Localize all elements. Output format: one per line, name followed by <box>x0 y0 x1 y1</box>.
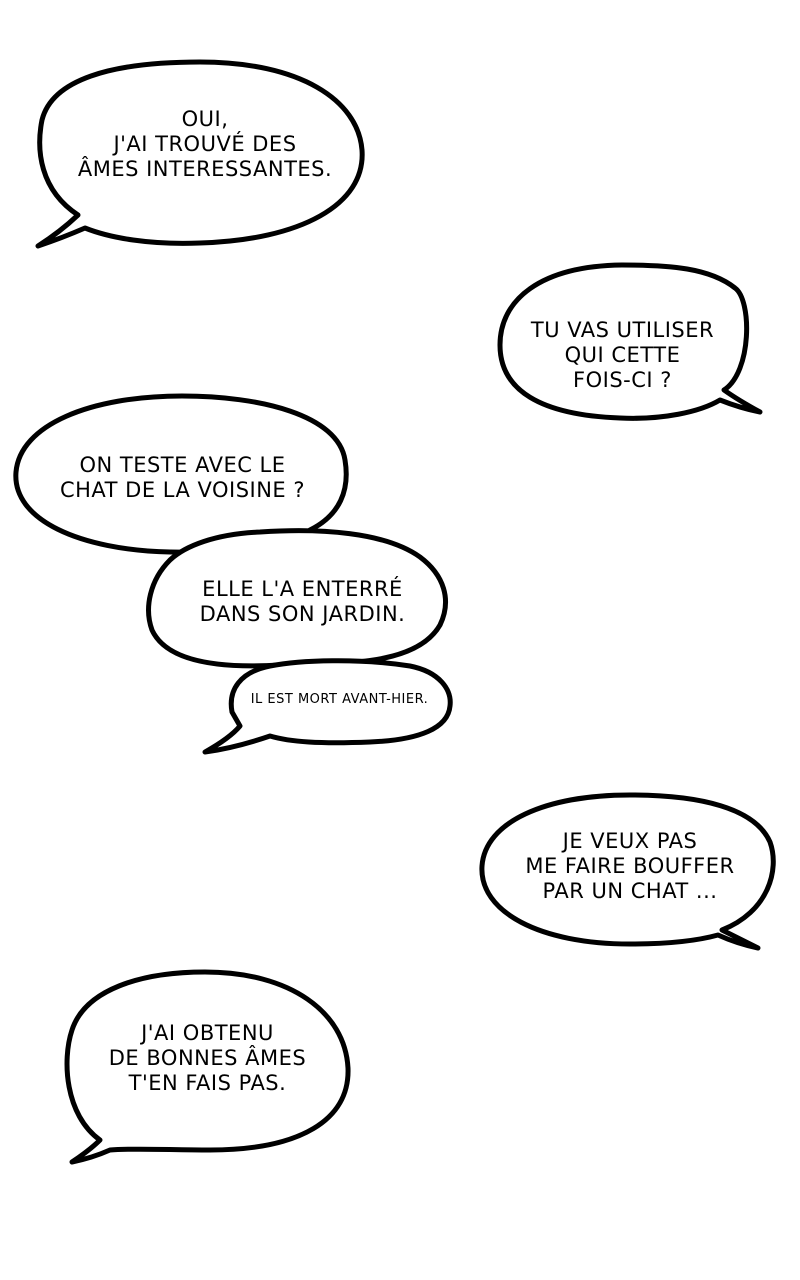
bubble-3-line-1: ON TESTE AVEC LE <box>79 453 286 477</box>
bubble-2-line-1: TU VAS UTILISER <box>530 318 715 342</box>
bubble-6-line-3: PAR UN CHAT ... <box>542 879 718 903</box>
bubble-2-text: TU VAS UTILISER QUI CETTE FOIS-CI ? <box>505 318 740 393</box>
bubble-1-line-2: J'AI TROUVÉ DES <box>113 132 297 156</box>
bubble-3-text: ON TESTE AVEC LE CHAT DE LA VOISINE ? <box>25 453 340 503</box>
bubble-2-line-2: QUI CETTE <box>564 343 681 367</box>
bubble-5-text: IL EST MORT AVANT-HIER. <box>232 692 447 708</box>
bubble-7-line-1: J'AI OBTENU <box>141 1021 274 1045</box>
bubble-1-text: OUI, J'AI TROUVÉ DES ÂMES INTERESSANTES. <box>50 107 360 182</box>
bubble-1-line-1: OUI, <box>181 107 229 131</box>
bubble-5-line-1: IL EST MORT AVANT-HIER. <box>250 692 429 707</box>
bubble-4-text: ELLE L'A ENTERRÉ DANS SON JARDIN. <box>165 577 440 627</box>
bubble-3-line-2: CHAT DE LA VOISINE ? <box>59 478 306 502</box>
bubble-4-line-2: DANS SON JARDIN. <box>199 602 406 626</box>
bubble-6-text: JE VEUX PAS ME FAIRE BOUFFER PAR UN CHAT… <box>495 829 765 904</box>
bubble-6-line-2: ME FAIRE BOUFFER <box>525 854 735 878</box>
bubble-7-line-2: DE BONNES ÂMES <box>108 1046 307 1070</box>
bubble-6-line-1: JE VEUX PAS <box>562 829 698 853</box>
bubble-7-text: J'AI OBTENU DE BONNES ÂMES T'EN FAIS PAS… <box>80 1021 335 1096</box>
bubble-7-line-3: T'EN FAIS PAS. <box>128 1071 287 1095</box>
comic-panel: OUI, J'AI TROUVÉ DES ÂMES INTERESSANTES.… <box>0 0 800 1280</box>
bubble-2-line-3: FOIS-CI ? <box>573 368 672 392</box>
bubble-1-line-3: ÂMES INTERESSANTES. <box>77 157 333 181</box>
bubble-4-line-1: ELLE L'A ENTERRÉ <box>202 577 403 601</box>
